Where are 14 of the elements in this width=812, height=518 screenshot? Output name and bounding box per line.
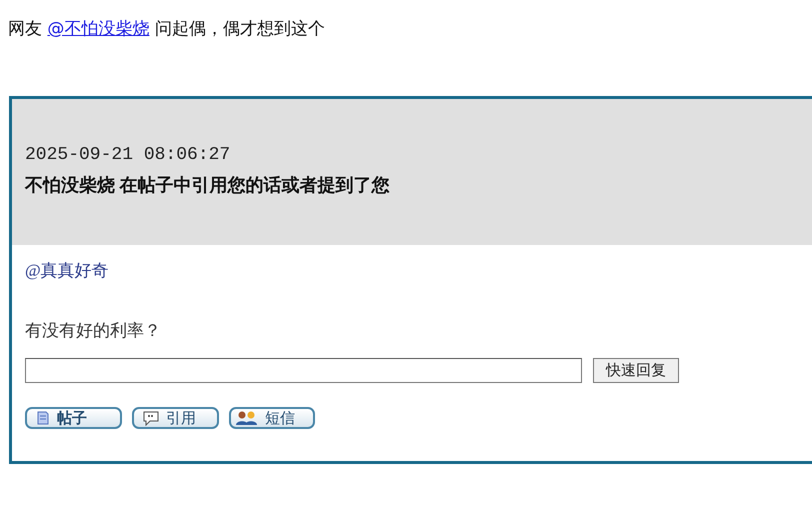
- intro-text: 网友 @不怕没柴烧 问起偶，偶才想到这个: [7, 18, 326, 40]
- people-icon: [235, 410, 259, 426]
- post-button[interactable]: 帖子: [25, 407, 122, 429]
- timestamp: 2025-09-21 08:06:27: [25, 144, 232, 166]
- reply-input[interactable]: [25, 358, 582, 383]
- quote-button[interactable]: 引用: [132, 407, 219, 429]
- notification-title: 不怕没柴烧 在帖子中引用您的话或者提到了您: [25, 174, 390, 197]
- document-icon: [35, 410, 51, 426]
- speech-bubble-icon: [142, 410, 160, 426]
- user-link[interactable]: @不怕没柴烧: [47, 19, 150, 39]
- quick-reply-button[interactable]: 快速回复: [593, 358, 679, 383]
- message-text: 有没有好的利率？: [25, 320, 162, 342]
- message-button[interactable]: 短信: [229, 407, 315, 429]
- mention-text: @真真好奇: [25, 260, 110, 282]
